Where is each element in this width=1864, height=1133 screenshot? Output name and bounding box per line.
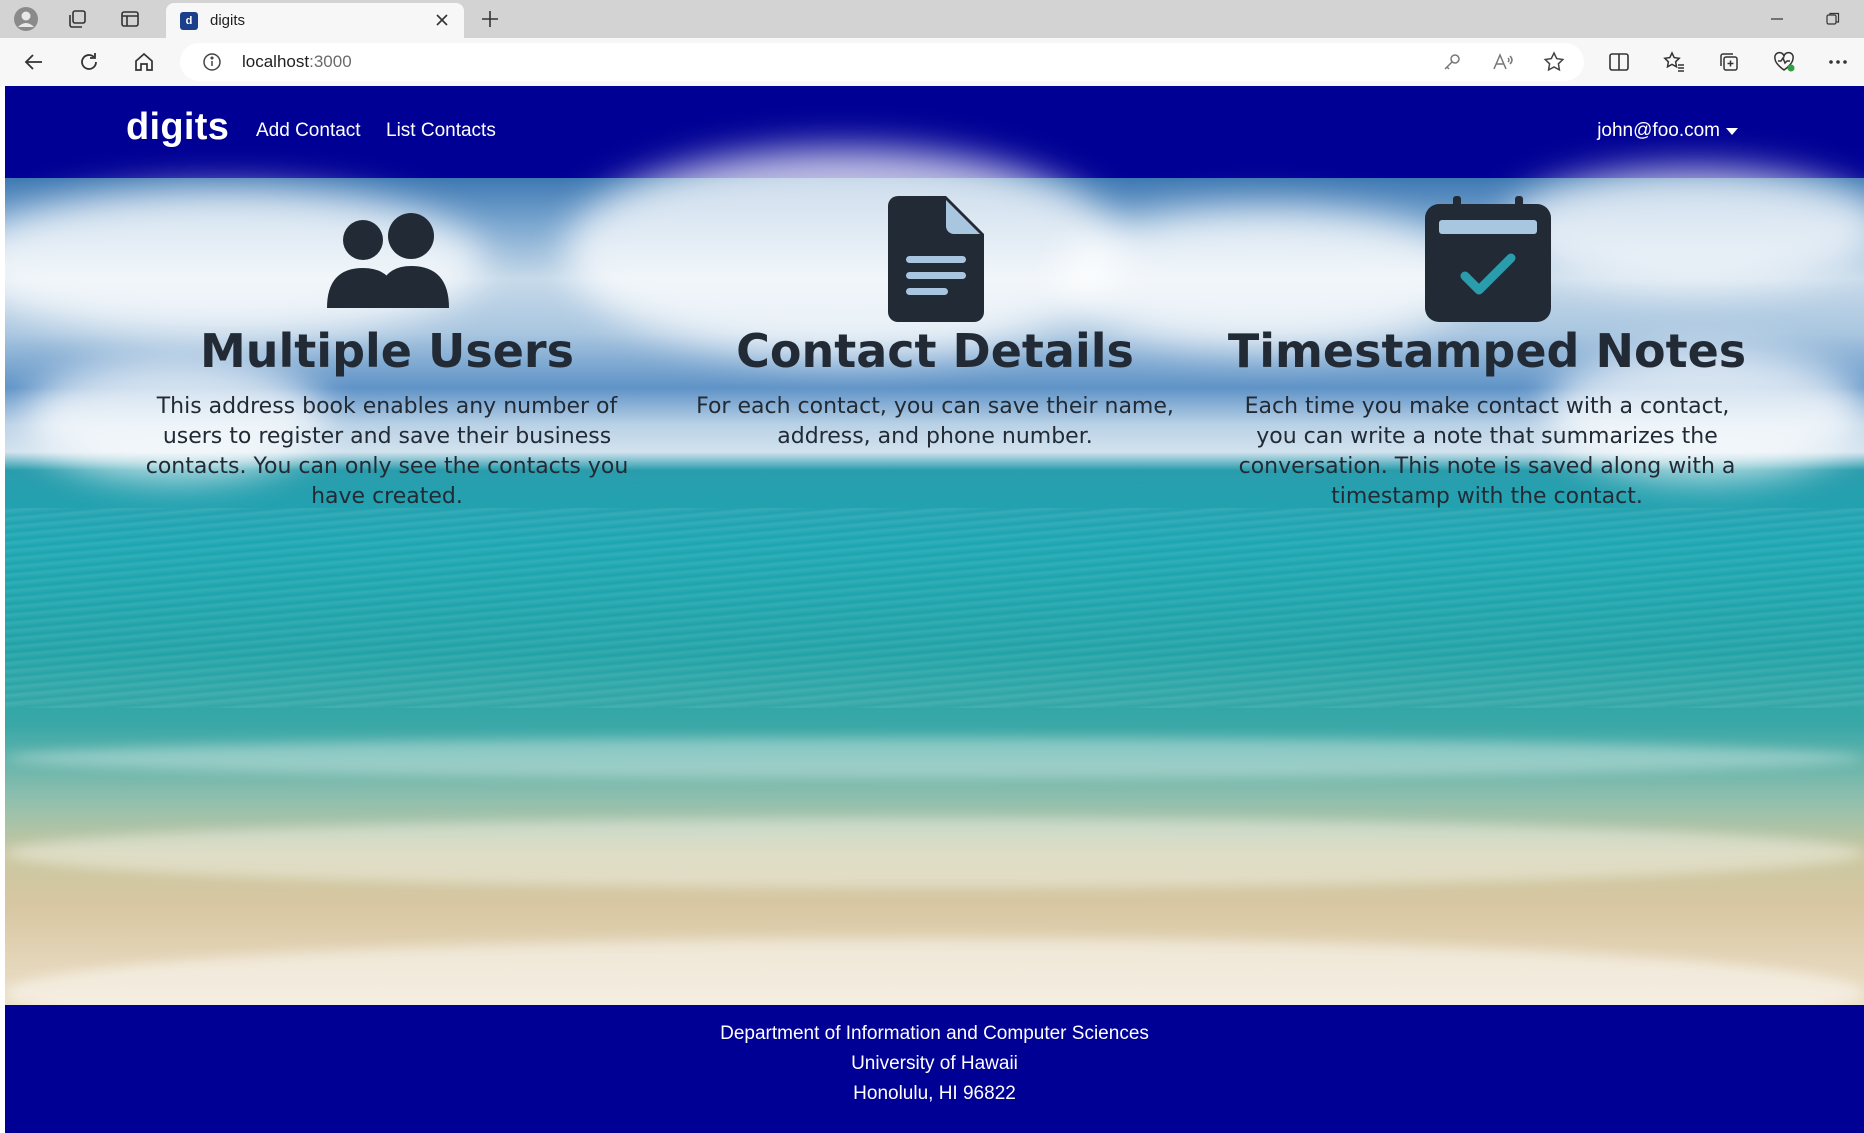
nav-add-contact[interactable]: Add Contact (256, 120, 361, 142)
hero-section: Multiple Users This address book enables… (5, 148, 1864, 1091)
new-tab-icon[interactable] (472, 1, 508, 37)
address-bar[interactable]: localhost:3000 (180, 43, 1584, 81)
brand-logo[interactable]: digits (126, 106, 229, 149)
workspaces-icon[interactable] (59, 1, 95, 37)
web-page: digits Add Contact List Contacts john@fo… (5, 86, 1864, 1133)
footer: Department of Information and Computer S… (5, 1005, 1864, 1133)
site-info-icon[interactable] (194, 44, 230, 80)
home-icon[interactable] (126, 44, 162, 80)
chevron-down-icon (1726, 127, 1738, 135)
footer-university: University of Hawaii (851, 1053, 1018, 1074)
cloud-shape (1505, 168, 1864, 288)
read-aloud-icon[interactable] (1485, 44, 1521, 80)
feature-description: Each time you make contact with a contac… (1238, 394, 1736, 509)
nav-list-contacts[interactable]: List Contacts (386, 120, 496, 142)
browser-tab-strip: d digits (0, 0, 1864, 38)
back-icon[interactable] (16, 44, 52, 80)
user-email: john@foo.com (1597, 120, 1720, 141)
split-screen-icon[interactable] (1601, 44, 1637, 80)
collections-icon[interactable] (1711, 44, 1747, 80)
wave-foam (5, 818, 1864, 888)
tab-title: digits (210, 12, 246, 29)
minimize-icon[interactable] (1752, 0, 1802, 38)
user-dropdown[interactable]: john@foo.com (1597, 120, 1738, 142)
favorite-star-icon[interactable] (1536, 44, 1572, 80)
more-options-icon[interactable] (1820, 44, 1856, 80)
browser-toolbar: localhost:3000 (0, 38, 1864, 86)
footer-address: Honolulu, HI 96822 (853, 1083, 1016, 1104)
feature-title: Multiple Users (200, 324, 574, 378)
users-icon (325, 196, 451, 324)
feature-description: This address book enables any number of … (145, 394, 629, 509)
browser-tab[interactable]: d digits (166, 3, 464, 38)
url-text[interactable]: localhost:3000 (242, 52, 352, 72)
tab-favicon-icon: d (180, 12, 198, 30)
tab-close-icon[interactable] (428, 6, 456, 34)
url-host: localhost (242, 52, 310, 71)
feature-title: Contact Details (736, 324, 1134, 378)
browser-essentials-icon[interactable] (1766, 44, 1802, 80)
favorites-icon[interactable] (1656, 44, 1692, 80)
profile-icon[interactable] (8, 1, 44, 37)
calendar-check-icon (1425, 196, 1551, 324)
tab-actions-icon[interactable] (112, 1, 148, 37)
restore-icon[interactable] (1808, 0, 1858, 38)
sea-texture (5, 508, 1864, 708)
feature-title: Timestamped Notes (1227, 324, 1747, 378)
file-text-icon (888, 196, 984, 324)
refresh-icon[interactable] (71, 44, 107, 80)
footer-department: Department of Information and Computer S… (720, 1023, 1149, 1044)
password-key-icon[interactable] (1434, 44, 1470, 80)
wave-foam (5, 738, 1864, 778)
feature-description: For each contact, you can save their nam… (696, 394, 1174, 449)
url-port: :3000 (309, 52, 352, 71)
